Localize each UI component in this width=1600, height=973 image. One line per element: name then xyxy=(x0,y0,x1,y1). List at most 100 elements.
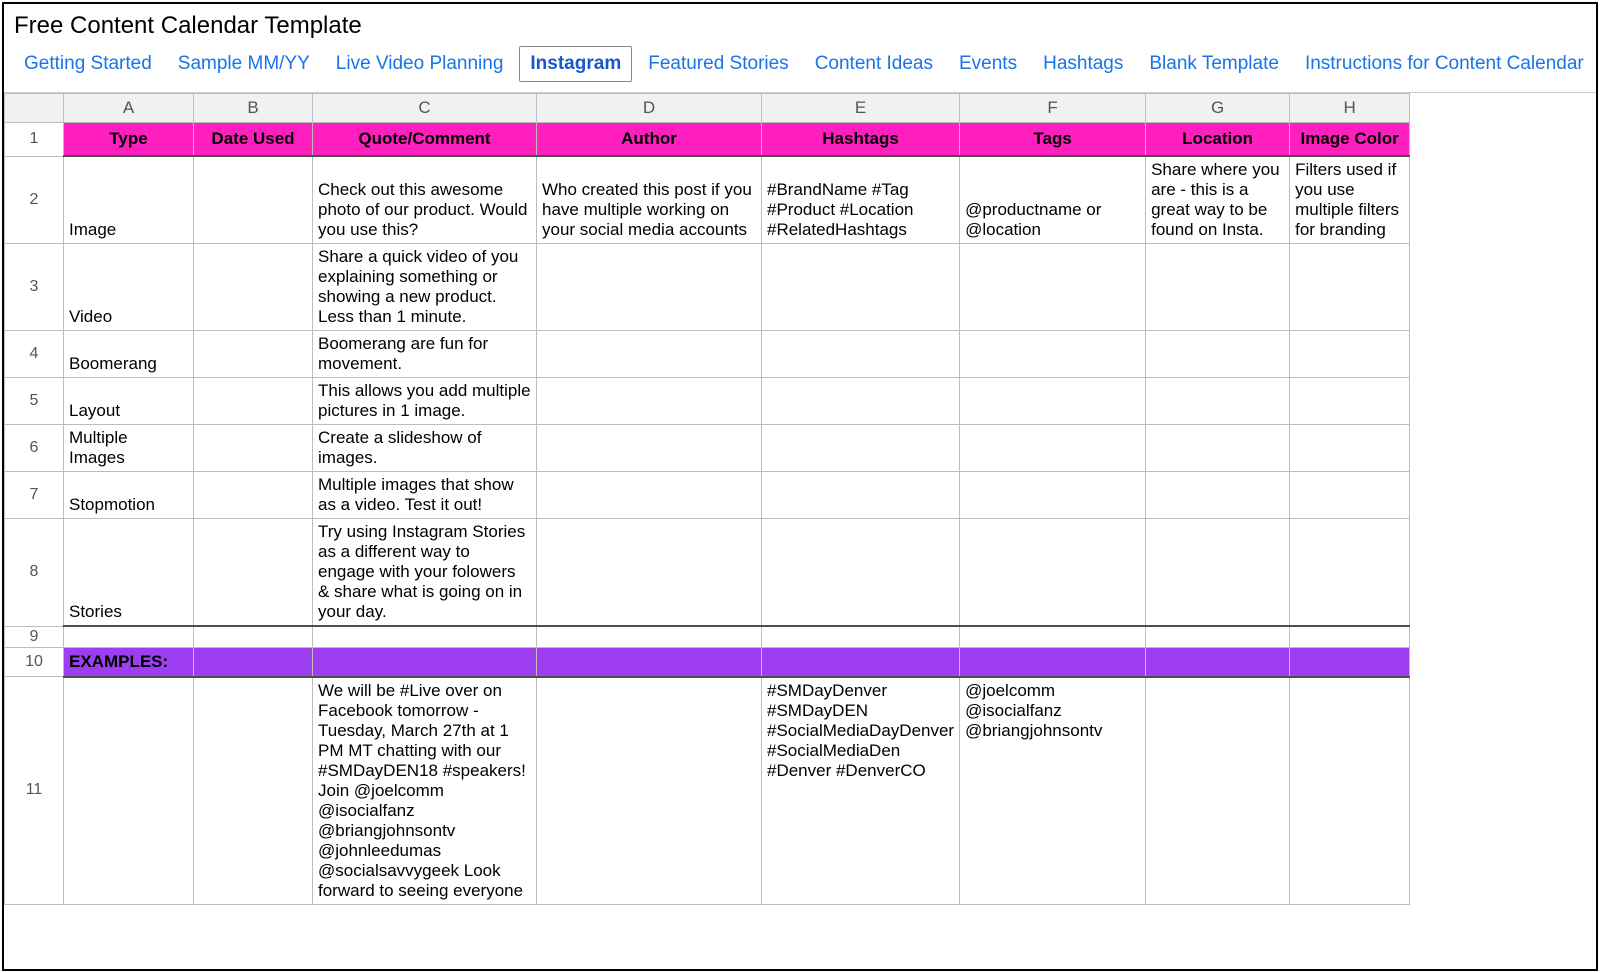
row-header[interactable]: 1 xyxy=(5,123,64,157)
cell[interactable] xyxy=(194,519,313,627)
cell[interactable]: Image xyxy=(64,156,194,244)
row-header[interactable]: 6 xyxy=(5,425,64,472)
cell[interactable] xyxy=(64,626,194,647)
cell[interactable] xyxy=(1290,472,1410,519)
cell[interactable] xyxy=(762,331,960,378)
cell[interactable] xyxy=(762,647,960,677)
cell[interactable] xyxy=(313,647,537,677)
cell[interactable]: Boomerang are fun for movement. xyxy=(313,331,537,378)
column-header[interactable]: H xyxy=(1290,94,1410,123)
cell[interactable] xyxy=(194,472,313,519)
cell[interactable] xyxy=(194,677,313,905)
cell[interactable]: #BrandName #Tag #Product #Location #Rela… xyxy=(762,156,960,244)
cell[interactable] xyxy=(762,519,960,627)
cell[interactable] xyxy=(194,378,313,425)
sheet-tab[interactable]: Instructions for Content Calendar xyxy=(1295,47,1594,81)
column-header[interactable]: D xyxy=(537,94,762,123)
cell[interactable] xyxy=(537,244,762,331)
cell[interactable] xyxy=(537,677,762,905)
cell[interactable] xyxy=(1146,677,1290,905)
cell[interactable] xyxy=(1146,378,1290,425)
cell[interactable] xyxy=(194,331,313,378)
cell[interactable]: Share a quick video of you explaining so… xyxy=(313,244,537,331)
cell[interactable] xyxy=(194,425,313,472)
sheet-tab[interactable]: Blank Template xyxy=(1139,47,1289,81)
cell[interactable]: We will be #Live over on Facebook tomorr… xyxy=(313,677,537,905)
cell[interactable]: Multiple images that show as a video. Te… xyxy=(313,472,537,519)
cell[interactable]: Boomerang xyxy=(64,331,194,378)
cell[interactable] xyxy=(762,378,960,425)
cell[interactable] xyxy=(537,425,762,472)
column-header[interactable]: A xyxy=(64,94,194,123)
cell[interactable] xyxy=(64,677,194,905)
sheet-tab[interactable]: Sample MM/YY xyxy=(168,47,320,81)
cell[interactable] xyxy=(1146,244,1290,331)
sheet-tab[interactable]: Hashtags xyxy=(1033,47,1133,81)
cell[interactable] xyxy=(960,626,1146,647)
cell[interactable]: Type xyxy=(64,123,194,157)
cell[interactable] xyxy=(1290,519,1410,627)
cell[interactable] xyxy=(1290,378,1410,425)
cell[interactable]: Quote/Comment xyxy=(313,123,537,157)
cell[interactable] xyxy=(762,425,960,472)
cell[interactable] xyxy=(194,626,313,647)
cell[interactable] xyxy=(762,244,960,331)
column-header[interactable]: G xyxy=(1146,94,1290,123)
cell[interactable]: Create a slideshow of images. xyxy=(313,425,537,472)
cell[interactable]: EXAMPLES: xyxy=(64,647,194,677)
cell[interactable] xyxy=(537,472,762,519)
column-header[interactable]: B xyxy=(194,94,313,123)
cell[interactable] xyxy=(1290,331,1410,378)
sheet-tab[interactable]: Featured Stories xyxy=(638,47,798,81)
cell[interactable] xyxy=(537,626,762,647)
sheet-tab[interactable]: Live Video Planning xyxy=(326,47,514,81)
sheet-tab[interactable]: Getting Started xyxy=(14,47,162,81)
cell[interactable]: Stopmotion xyxy=(64,472,194,519)
row-header[interactable]: 2 xyxy=(5,156,64,244)
cell[interactable] xyxy=(537,519,762,627)
cell[interactable] xyxy=(960,425,1146,472)
cell[interactable] xyxy=(762,626,960,647)
cell[interactable] xyxy=(194,244,313,331)
sheet-tab[interactable]: Events xyxy=(949,47,1027,81)
cell[interactable] xyxy=(537,378,762,425)
cell[interactable]: Date Used xyxy=(194,123,313,157)
cell[interactable] xyxy=(313,626,537,647)
cell[interactable]: Share where you are - this is a great wa… xyxy=(1146,156,1290,244)
cell[interactable]: Tags xyxy=(960,123,1146,157)
cell[interactable]: #SMDayDenver #SMDayDEN #SocialMediaDayDe… xyxy=(762,677,960,905)
cell[interactable] xyxy=(1290,677,1410,905)
cell[interactable] xyxy=(1146,626,1290,647)
row-header[interactable]: 3 xyxy=(5,244,64,331)
cell[interactable] xyxy=(194,156,313,244)
cell[interactable] xyxy=(960,647,1146,677)
sheet-tab[interactable]: Content Ideas xyxy=(805,47,943,81)
cell[interactable] xyxy=(537,331,762,378)
row-header[interactable]: 4 xyxy=(5,331,64,378)
cell[interactable] xyxy=(960,244,1146,331)
cell[interactable]: Try using Instagram Stories as a differe… xyxy=(313,519,537,627)
cell[interactable] xyxy=(1146,472,1290,519)
cell[interactable]: Multiple Images xyxy=(64,425,194,472)
cell[interactable]: Stories xyxy=(64,519,194,627)
cell[interactable]: Image Color xyxy=(1290,123,1410,157)
cell[interactable]: Video xyxy=(64,244,194,331)
cell[interactable]: Who created this post if you have multip… xyxy=(537,156,762,244)
cell[interactable] xyxy=(1290,647,1410,677)
cell[interactable] xyxy=(960,472,1146,519)
cell[interactable] xyxy=(1146,519,1290,627)
cell[interactable]: Hashtags xyxy=(762,123,960,157)
cell[interactable]: This allows you add multiple pictures in… xyxy=(313,378,537,425)
row-header[interactable]: 5 xyxy=(5,378,64,425)
cell[interactable]: @productname or @location xyxy=(960,156,1146,244)
cell[interactable]: Layout xyxy=(64,378,194,425)
cell[interactable] xyxy=(1290,244,1410,331)
cell[interactable]: Author xyxy=(537,123,762,157)
cell[interactable]: @joelcomm @isocialfanz @briangjohnsontv xyxy=(960,677,1146,905)
cell[interactable] xyxy=(762,472,960,519)
cell[interactable] xyxy=(537,647,762,677)
cell[interactable] xyxy=(960,331,1146,378)
sheet-tab[interactable]: Instagram xyxy=(519,46,632,82)
cell[interactable] xyxy=(960,519,1146,627)
cell[interactable]: Filters used if you use multiple filters… xyxy=(1290,156,1410,244)
